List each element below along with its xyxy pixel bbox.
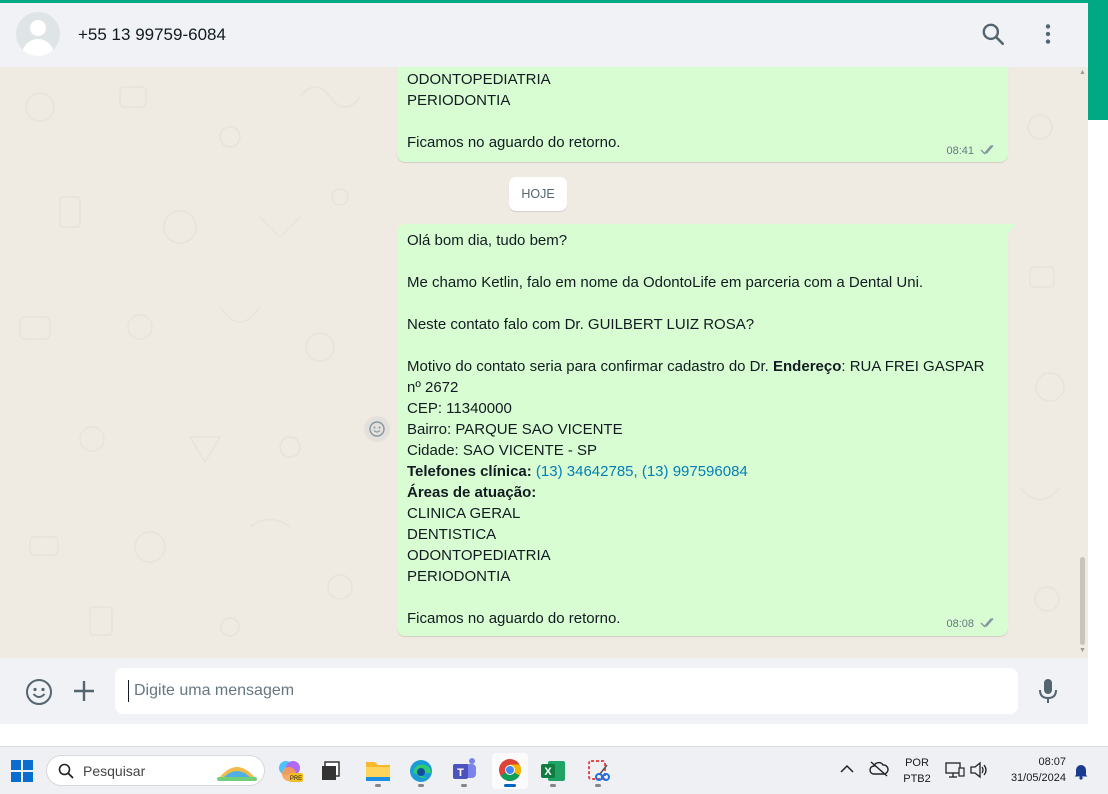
volume-icon[interactable] [969, 761, 989, 779]
message-line: Motivo do contato seria para confirmar c… [407, 358, 984, 375]
message-line: PERIODONTIA [407, 568, 511, 585]
window-bottom-gap [0, 724, 1108, 746]
scroll-up-arrow[interactable]: ▲ [1079, 69, 1086, 76]
search-icon [58, 763, 74, 779]
notification-bell-icon[interactable] [1073, 762, 1089, 780]
motivo-text: Motivo do contato seria para confirmar c… [407, 358, 774, 375]
avatar[interactable] [16, 12, 60, 56]
edge-app[interactable] [403, 753, 439, 789]
scroll-down-arrow[interactable]: ▼ [1079, 647, 1086, 654]
endereco-value: : RUA FREI GASPAR [841, 358, 985, 375]
emoji-react-icon [369, 421, 385, 437]
search-highlight-icon [217, 767, 257, 781]
cloud-offline-icon[interactable] [869, 761, 889, 777]
message-line: Ficamos no aguardo do retorno. [407, 610, 621, 627]
message-time: 08:08 [946, 618, 974, 630]
bubble-tail [1008, 224, 1016, 234]
teams-app[interactable]: T [446, 753, 482, 789]
excel-app[interactable]: X [535, 753, 571, 789]
message-line: nº 2672 [407, 379, 459, 396]
app-running-indicator [550, 784, 556, 787]
windows-start-icon[interactable] [10, 759, 34, 783]
app-active-indicator [504, 784, 516, 787]
language-code[interactable]: POR [900, 757, 934, 769]
svg-text:PRE: PRE [290, 776, 302, 782]
window-right-edge [1088, 0, 1108, 746]
message-line: Ficamos no aguardo do retorno. [407, 134, 621, 151]
endereco-label: Endereço [773, 358, 842, 375]
message-line: Telefones clínica: (13) 34642785, (13) 9… [407, 463, 748, 480]
app-running-indicator [461, 784, 467, 787]
menu-icon[interactable] [1035, 21, 1061, 47]
app-running-indicator [418, 784, 424, 787]
copilot-app[interactable]: PRE [272, 753, 308, 789]
double-check-icon [980, 145, 994, 155]
scrollbar-thumb[interactable] [1080, 557, 1085, 645]
message-line: ODONTOPEDIATRIA [407, 71, 551, 88]
message-input[interactable] [115, 668, 1018, 714]
file-explorer-app[interactable] [360, 753, 396, 789]
areas-label: Áreas de atuação: [407, 484, 537, 501]
svg-text:X: X [544, 766, 552, 778]
double-check-icon [980, 618, 994, 628]
message-list[interactable]: ODONTOPEDIATRIA PERIODONTIA Ficamos no a… [0, 67, 1088, 658]
network-icon[interactable] [945, 761, 965, 779]
taskbar-search-label: Pesquisar [83, 763, 146, 779]
text-caret [128, 680, 129, 702]
telefones-label: Telefones clínica: [407, 463, 532, 480]
task-view-icon [322, 761, 340, 780]
message-bubble-outgoing[interactable]: ODONTOPEDIATRIA PERIODONTIA Ficamos no a… [397, 67, 1008, 162]
message-time: 08:41 [946, 145, 974, 157]
task-view-app[interactable] [314, 753, 350, 789]
snipping-tool-app[interactable] [580, 753, 616, 789]
message-line: Bairro: PARQUE SAO VICENTE [407, 421, 623, 438]
message-line: CEP: 11340000 [407, 400, 512, 417]
emoji-icon[interactable] [25, 678, 53, 706]
message-line: Olá bom dia, tudo bem? [407, 232, 568, 249]
windows-taskbar: Pesquisar PRE T X POR PTB2 08:07 31/05/2… [0, 746, 1108, 794]
clock-time[interactable]: 08:07 [1000, 756, 1066, 768]
message-line: PERIODONTIA [407, 92, 511, 109]
message-line: Me chamo Ketlin, falo em nome da OdontoL… [407, 274, 924, 291]
svg-text:T: T [457, 767, 464, 779]
app-running-indicator [595, 784, 601, 787]
date-separator: HOJE [509, 177, 567, 211]
chevron-up-icon[interactable] [840, 764, 854, 774]
message-line: ODONTOPEDIATRIA [407, 547, 551, 564]
microphone-icon[interactable] [1036, 677, 1060, 705]
chat-header: +55 13 99759-6084 [0, 3, 1088, 67]
search-icon[interactable] [980, 21, 1006, 47]
message-line: CLINICA GERAL [407, 505, 521, 522]
app-running-indicator [375, 784, 381, 787]
message-bubble-outgoing[interactable]: Olá bom dia, tudo bem? Me chamo Ketlin, … [397, 224, 1008, 636]
composer [0, 658, 1088, 724]
react-button[interactable] [364, 416, 390, 442]
plus-icon[interactable] [72, 679, 96, 703]
taskbar-search[interactable]: Pesquisar [46, 755, 265, 786]
keyboard-layout[interactable]: PTB2 [900, 773, 934, 785]
chrome-app[interactable] [492, 753, 528, 789]
message-line: Cidade: SAO VICENTE - SP [407, 442, 598, 459]
message-line: DENTISTICA [407, 526, 497, 543]
phone-links[interactable]: (13) 34642785, (13) 997596084 [532, 463, 748, 480]
copilot-icon: PRE [279, 761, 303, 782]
message-line: Neste contato falo com Dr. GUILBERT LUIZ… [407, 316, 755, 333]
clock-date[interactable]: 31/05/2024 [1000, 772, 1066, 784]
contact-name[interactable]: +55 13 99759-6084 [78, 25, 226, 45]
